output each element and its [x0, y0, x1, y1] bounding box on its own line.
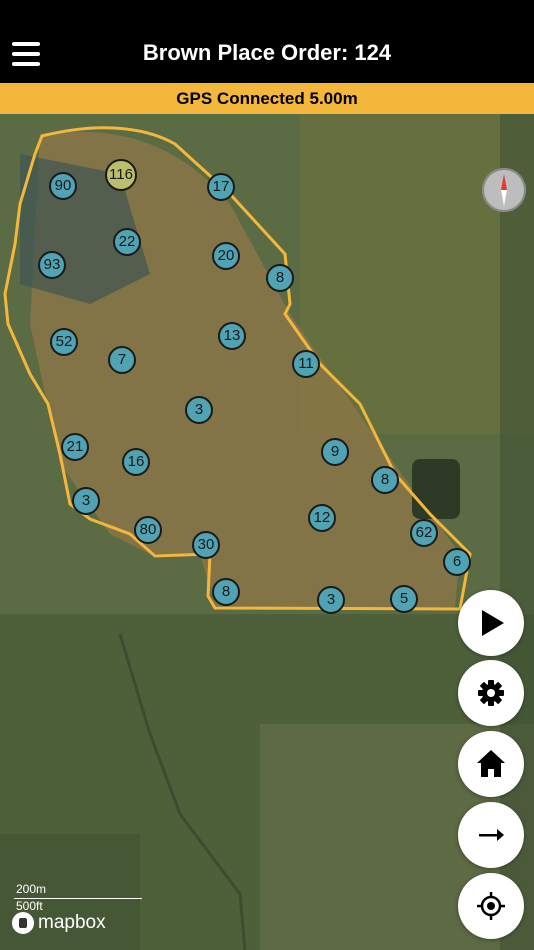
mapbox-mark-icon	[12, 912, 34, 934]
crosshair-icon	[477, 892, 505, 920]
sample-point-marker[interactable]: 13	[218, 322, 246, 350]
sample-point-marker[interactable]: 3	[72, 487, 100, 515]
scale-metric-label: 200m	[16, 882, 47, 896]
arrow-right-icon	[479, 829, 504, 841]
sample-point-marker[interactable]: 62	[410, 519, 438, 547]
next-button[interactable]	[458, 802, 524, 868]
sample-point-marker[interactable]: 80	[134, 516, 162, 544]
satellite-imagery	[0, 114, 534, 950]
sample-point-marker[interactable]: 8	[266, 264, 294, 292]
mapbox-logo[interactable]: mapbox	[12, 912, 106, 934]
sample-point-marker[interactable]: 5	[390, 585, 418, 613]
sample-point-marker[interactable]: 22	[113, 228, 141, 256]
sample-point-marker[interactable]: 20	[212, 242, 240, 270]
sample-point-marker[interactable]: 8	[371, 466, 399, 494]
home-icon	[477, 750, 505, 777]
compass-icon[interactable]	[482, 168, 526, 212]
sample-point-marker[interactable]: 16	[122, 448, 150, 476]
sample-point-marker[interactable]: 12	[308, 504, 336, 532]
sample-point-marker[interactable]: 3	[317, 586, 345, 614]
map-view[interactable]: 90 116 17 22 93 20 8 52 7 13 11 3 21 16 9 8 3 80 12 62 30 6 8 3…	[0, 114, 534, 950]
sample-point-marker[interactable]: 52	[50, 328, 78, 356]
scale-imperial-label: 500ft	[16, 899, 43, 913]
page-title: Brown Place Order: 124	[142, 40, 392, 65]
play-icon	[482, 610, 504, 636]
gps-status-bar: GPS Connected 5.00m	[0, 83, 534, 114]
settings-button[interactable]	[458, 660, 524, 726]
sample-point-marker[interactable]: 9	[321, 438, 349, 466]
sample-point-marker[interactable]: 3	[185, 396, 213, 424]
sample-point-marker[interactable]: 8	[212, 578, 240, 606]
mapbox-wordmark: mapbox	[38, 912, 106, 933]
locate-button[interactable]	[458, 873, 524, 939]
home-button[interactable]	[458, 731, 524, 797]
sample-point-marker[interactable]: 90	[49, 172, 77, 200]
sample-point-marker[interactable]: 93	[38, 251, 66, 279]
gear-icon	[478, 680, 504, 706]
header-bar: Brown Place Order: 124	[0, 0, 534, 83]
sample-point-marker[interactable]: 30	[192, 531, 220, 559]
sample-point-marker[interactable]: 11	[292, 350, 320, 378]
sample-point-marker[interactable]: 17	[207, 173, 235, 201]
sample-point-marker[interactable]: 21	[61, 433, 89, 461]
sample-point-marker[interactable]: 116	[105, 159, 137, 191]
play-button[interactable]	[458, 590, 524, 656]
sample-point-marker[interactable]: 7	[108, 346, 136, 374]
sample-point-marker[interactable]: 6	[443, 548, 471, 576]
